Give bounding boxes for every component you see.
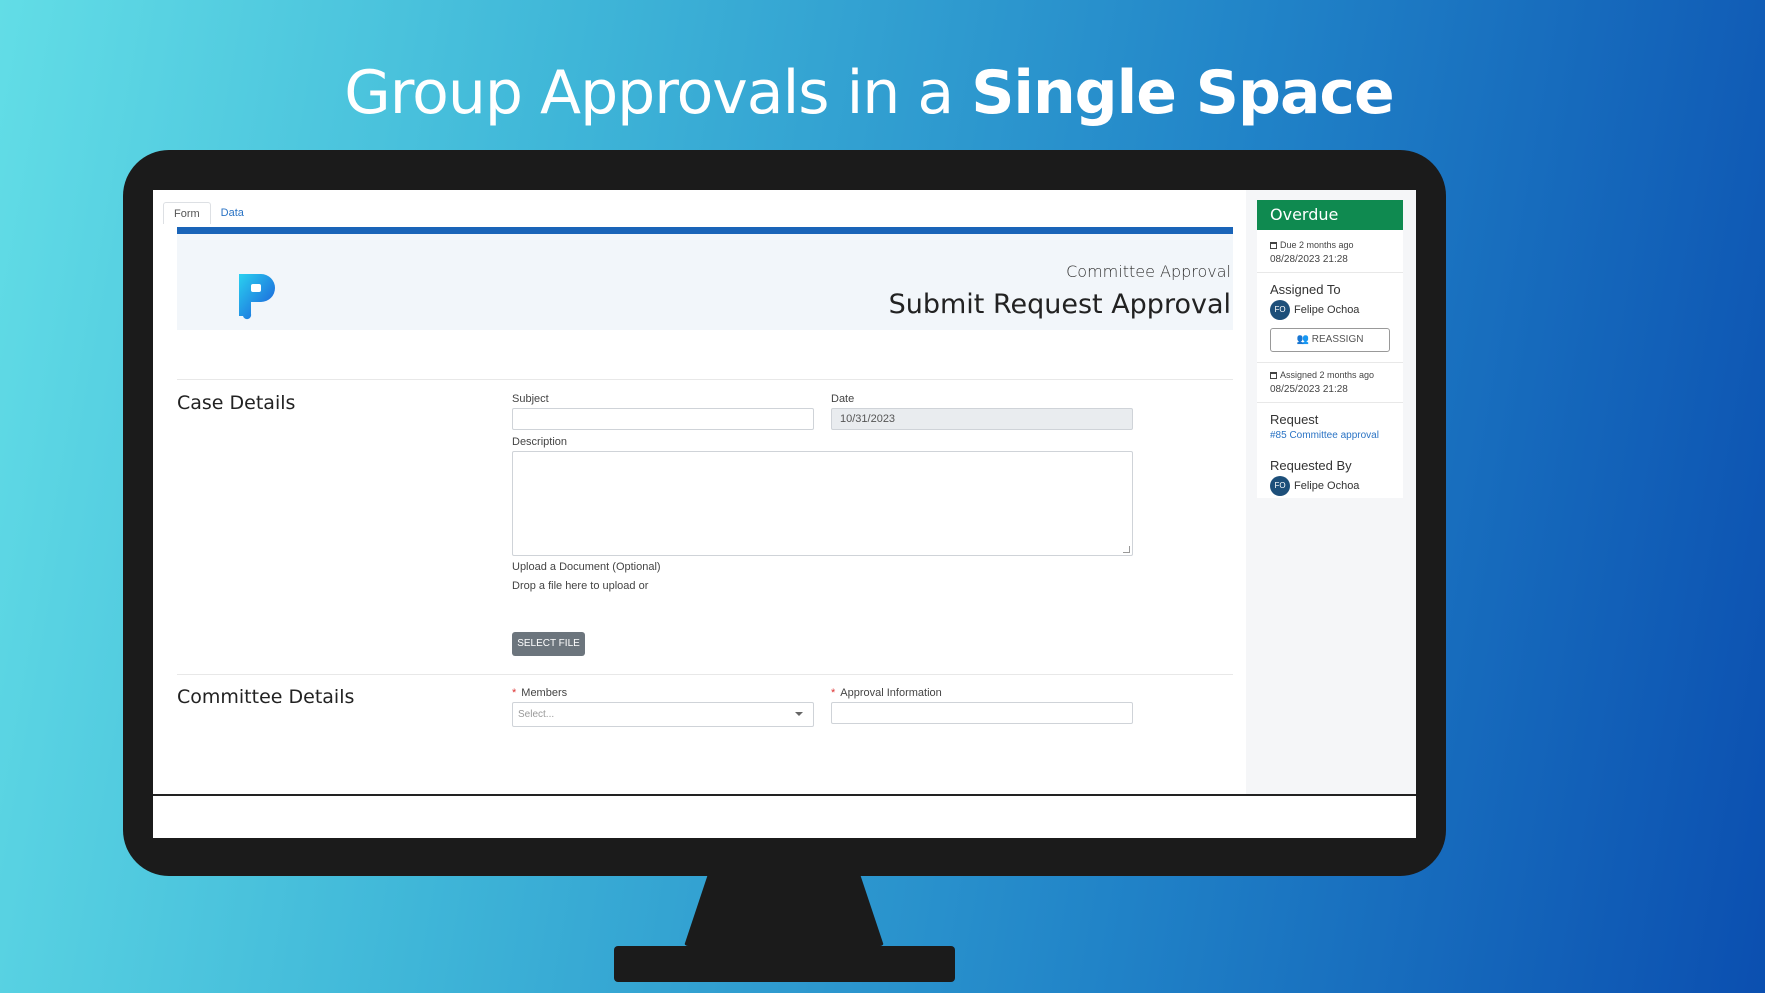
description-textarea[interactable]: [512, 451, 1133, 556]
avatar: FO: [1270, 300, 1290, 320]
subject-input[interactable]: [512, 408, 814, 430]
tab-bar: Form Data: [163, 202, 254, 224]
case-details-title: Case Details: [177, 392, 296, 414]
subject-label: Subject: [512, 393, 549, 405]
form-panel: Form Data Committee Approval Submit Requ…: [153, 190, 1246, 794]
avatar: FO: [1270, 476, 1290, 496]
assigned-date: 08/25/2023 21:28: [1270, 384, 1348, 395]
form-title: Submit Request Approval: [888, 289, 1231, 320]
page-headline: Group Approvals in a Single Space: [344, 58, 1394, 128]
assigned-to-label: Assigned To: [1270, 282, 1341, 297]
required-mark: *: [831, 687, 836, 699]
divider: [1257, 402, 1403, 403]
committee-details-title: Committee Details: [177, 686, 355, 708]
calendar-icon: [1270, 242, 1277, 249]
request-label: Request: [1270, 412, 1319, 427]
approval-info-label: * Approval Information: [831, 687, 942, 699]
due-date: 08/28/2023 21:28: [1270, 254, 1348, 265]
reassign-button[interactable]: 👥 REASSIGN: [1270, 328, 1390, 352]
members-select[interactable]: Select...: [512, 702, 814, 727]
requested-by-label: Requested By: [1270, 458, 1352, 473]
members-label: * Members: [512, 687, 568, 699]
tab-form[interactable]: Form: [163, 202, 211, 224]
task-sidebar: Overdue Due 2 months ago 08/28/2023 21:2…: [1257, 200, 1403, 498]
date-input: 10/31/2023: [831, 408, 1133, 430]
due-relative: Due 2 months ago: [1270, 240, 1354, 250]
form-banner: Committee Approval Submit Request Approv…: [177, 234, 1233, 330]
divider: [177, 379, 1233, 380]
approval-info-input[interactable]: [831, 702, 1133, 724]
form-subtitle: Committee Approval: [1066, 262, 1231, 281]
assignee-name: Felipe Ochoa: [1294, 304, 1360, 316]
users-icon: 👥: [1296, 334, 1309, 345]
processmaker-logo-icon: [239, 274, 275, 320]
app-screen: Form Data Committee Approval Submit Requ…: [153, 190, 1416, 838]
monitor-stand-base: [614, 946, 955, 982]
members-placeholder: Select...: [518, 709, 555, 720]
assigned-relative: Assigned 2 months ago: [1270, 370, 1374, 380]
required-mark: *: [512, 687, 517, 699]
monitor-stand-neck: [684, 874, 884, 946]
chevron-down-icon: [795, 712, 803, 716]
request-link[interactable]: #85 Committee approval: [1270, 430, 1379, 441]
divider: [177, 674, 1233, 675]
status-badge: Overdue: [1257, 200, 1403, 230]
upload-label: Upload a Document (Optional): [512, 561, 661, 573]
requester-name: Felipe Ochoa: [1294, 480, 1360, 492]
select-file-button[interactable]: SELECT FILE: [512, 632, 585, 656]
calendar-icon: [1270, 372, 1277, 379]
drop-zone-text: Drop a file here to upload or: [512, 580, 649, 592]
divider: [1257, 272, 1403, 273]
tab-data[interactable]: Data: [211, 202, 254, 224]
accent-bar: [177, 227, 1233, 234]
date-label: Date: [831, 393, 855, 405]
resize-handle-icon[interactable]: [1123, 546, 1130, 553]
divider: [1257, 362, 1403, 363]
screen-divider: [153, 794, 1416, 796]
description-label: Description: [512, 436, 568, 448]
